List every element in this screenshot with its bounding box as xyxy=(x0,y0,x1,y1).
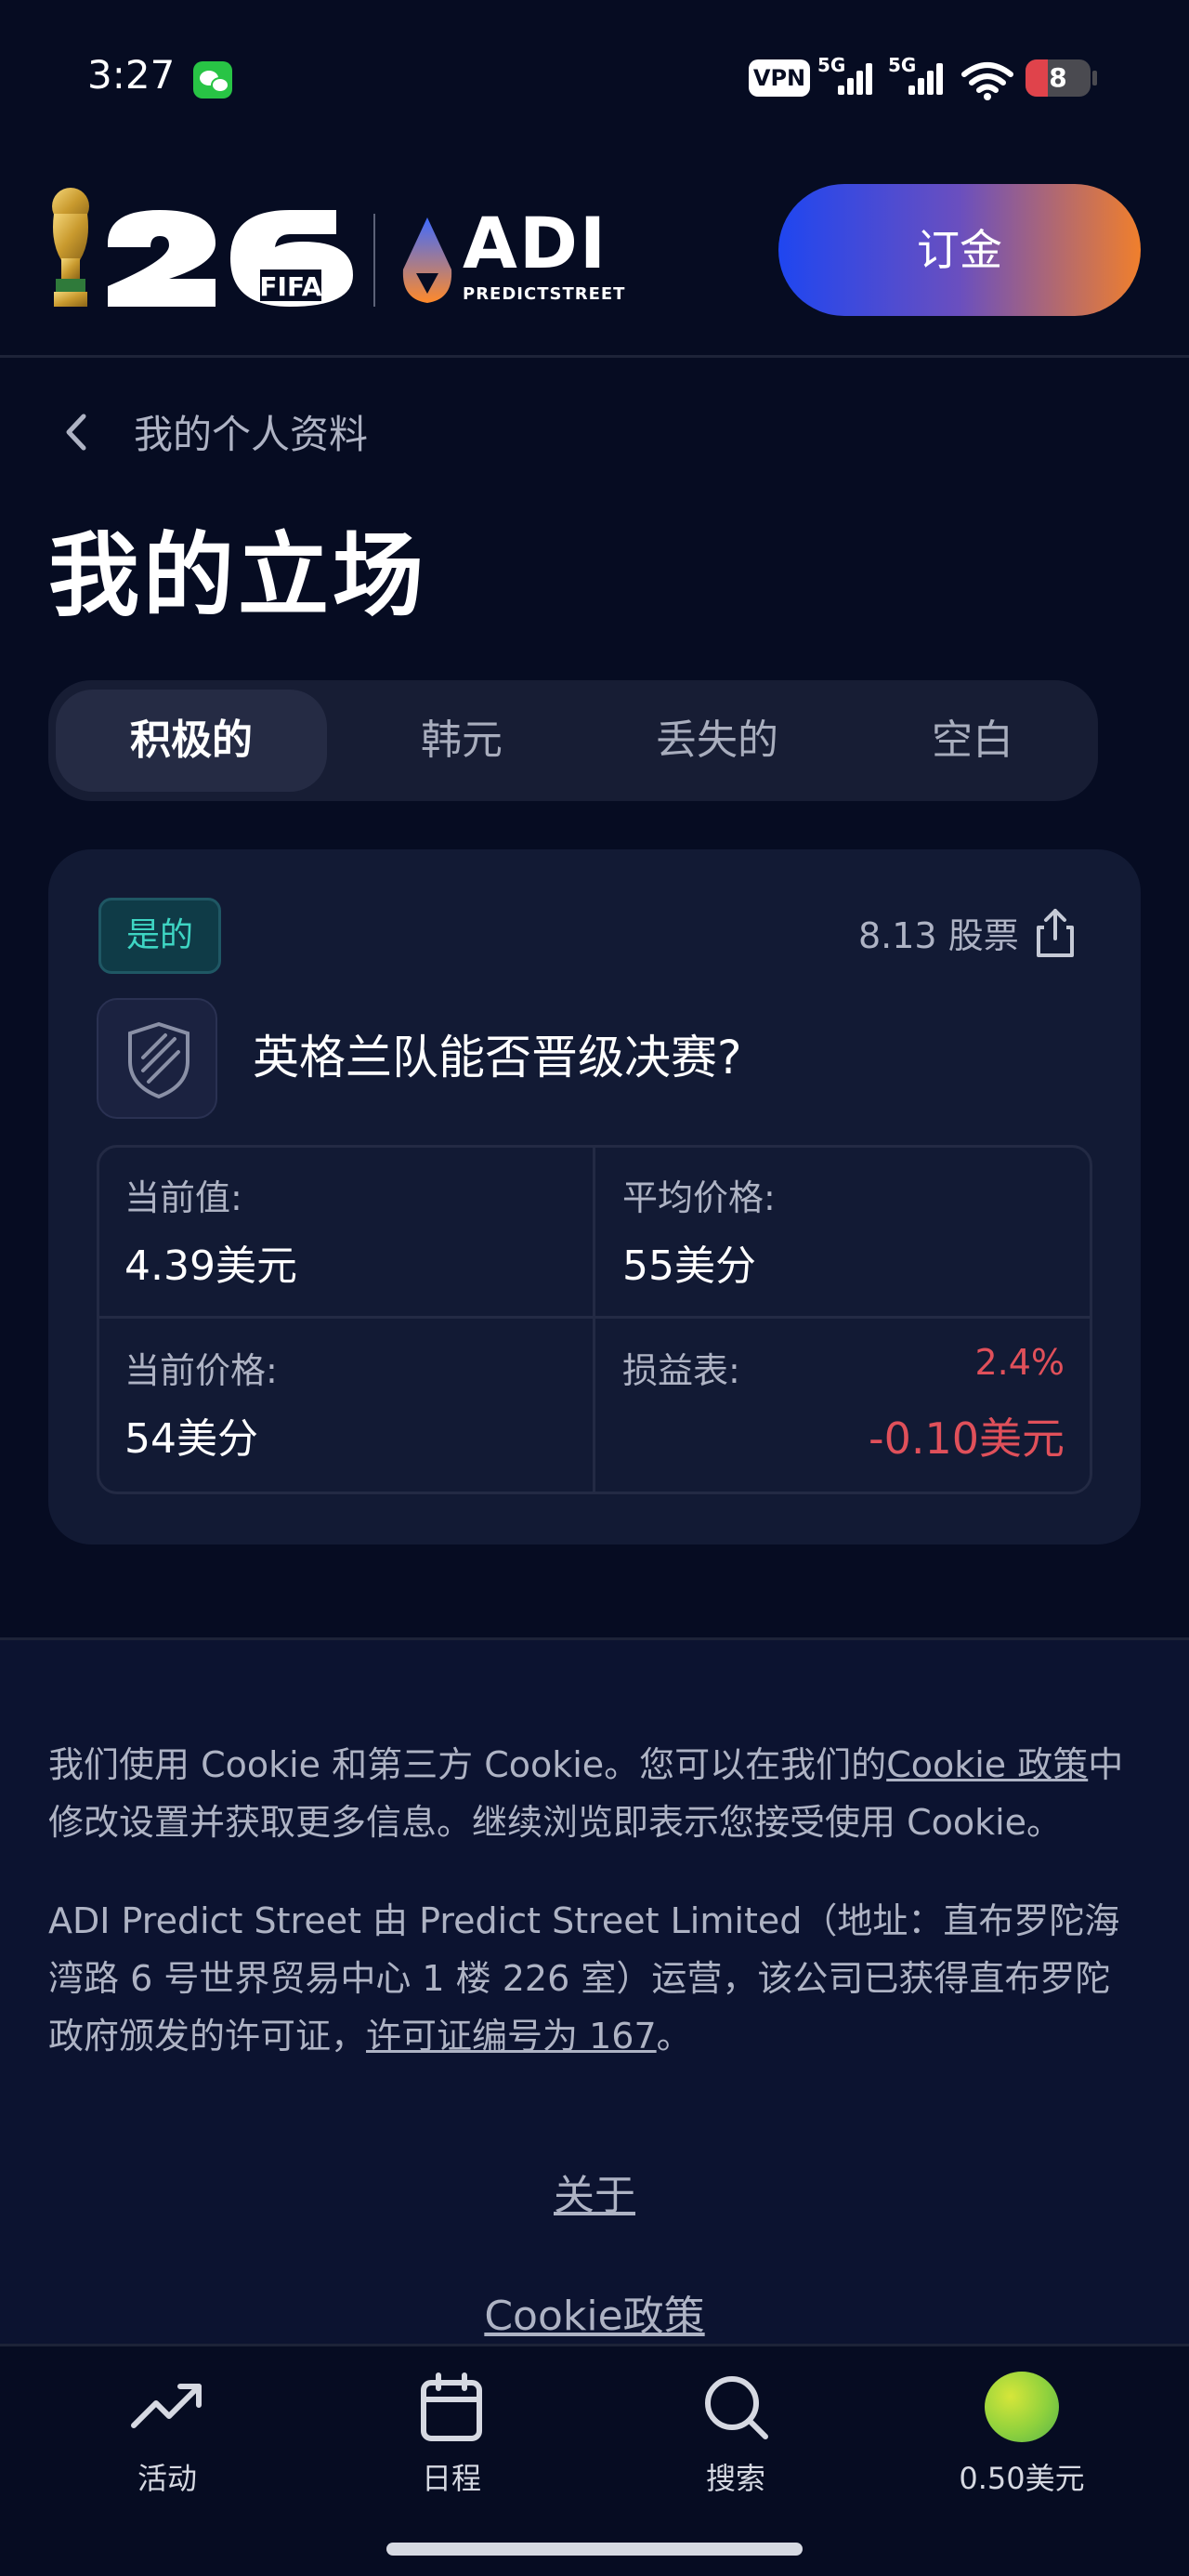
avatar xyxy=(985,2372,1059,2442)
cookie-policy-inline-link[interactable]: Cookie 政策 xyxy=(886,1744,1088,1785)
tab-won[interactable]: 韩元 xyxy=(364,690,559,792)
cookie-notice: 我们使用 Cookie 和第三方 Cookie。您可以在我们的Cookie 政策… xyxy=(48,1736,1144,1851)
predictstreet-brand: PREDICTSTREET xyxy=(463,284,626,304)
account-balance: 0.50美元 xyxy=(959,2461,1085,2496)
header-divider xyxy=(0,355,1189,358)
wifi-icon xyxy=(961,62,1013,100)
fifa-text: FIFA xyxy=(259,271,321,302)
legal-notice: ADI Predict Street 由 Predict Street Limi… xyxy=(48,1892,1144,2065)
tab-lost[interactable]: 丢失的 xyxy=(606,690,829,792)
tab-active[interactable]: 积极的 xyxy=(56,690,327,792)
page-title: 我的立场 xyxy=(48,523,428,629)
adi-logo-mark xyxy=(402,217,452,303)
battery-icon: 8 xyxy=(1026,59,1091,97)
tab-empty[interactable]: 空白 xyxy=(875,690,1070,792)
deposit-button[interactable]: 订金 xyxy=(778,184,1141,316)
world-cup-trophy-logo xyxy=(52,188,89,307)
current-price-label: 当前价格: xyxy=(124,1350,278,1391)
cellular-signal-icon: 5G xyxy=(817,54,872,99)
nav-search[interactable]: 搜索 xyxy=(624,2372,847,2496)
current-price: 54美分 xyxy=(124,1415,258,1463)
nav-search-label: 搜索 xyxy=(705,2461,765,2496)
nav-schedule-label: 日程 xyxy=(421,2461,481,2496)
vpn-badge: VPN xyxy=(749,59,810,97)
cellular-signal-icon-2: 5G xyxy=(888,54,943,99)
nav-activity-label: 活动 xyxy=(137,2461,197,2496)
pnl-label: 损益表: xyxy=(622,1350,740,1391)
shield-icon xyxy=(128,1021,189,1099)
share-icon[interactable] xyxy=(1031,907,1079,959)
avg-price-label: 平均价格: xyxy=(622,1177,776,1218)
nav-activity[interactable]: 活动 xyxy=(56,2372,279,2496)
market-title[interactable]: 英格兰队能否晋级决赛? xyxy=(253,1020,742,1087)
position-tabs: 积极的 韩元 丢失的 空白 xyxy=(48,680,1098,801)
breadcrumb-profile-link[interactable]: 我的个人资料 xyxy=(134,403,368,460)
battery-level: 8 xyxy=(1049,62,1067,93)
status-time: 3:27 xyxy=(87,52,176,98)
legal-notice-end: 。 xyxy=(656,2016,692,2057)
market-icon xyxy=(97,998,217,1119)
search-icon xyxy=(705,2376,768,2439)
calendar-icon xyxy=(421,2372,482,2441)
nav-schedule[interactable]: 日程 xyxy=(340,2372,563,2496)
pnl-percent: 2.4% xyxy=(974,1342,1065,1383)
pnl-value: -0.10美元 xyxy=(868,1413,1065,1464)
current-value-label: 当前值: xyxy=(124,1177,242,1218)
back-chevron-icon[interactable] xyxy=(59,409,93,455)
license-link[interactable]: 许可证编号为 167 xyxy=(366,2016,657,2057)
fifa-26-logo: FIFA xyxy=(108,210,353,307)
shares-count: 8.13 股票 xyxy=(858,915,1019,956)
cookie-policy-link[interactable]: Cookie政策 xyxy=(0,2282,1189,2342)
wechat-icon xyxy=(193,61,232,99)
current-value: 4.39美元 xyxy=(124,1242,297,1290)
logo-divider xyxy=(373,214,375,307)
cookie-notice-text: 我们使用 Cookie 和第三方 Cookie。您可以在我们的 xyxy=(48,1744,887,1785)
outcome-badge: 是的 xyxy=(98,898,221,974)
network-type: 5G xyxy=(817,54,846,76)
home-indicator[interactable] xyxy=(386,2543,803,2556)
nav-account[interactable]: 0.50美元 xyxy=(910,2372,1133,2496)
avg-price: 55美分 xyxy=(622,1242,756,1290)
about-link[interactable]: 关于 xyxy=(0,2162,1189,2221)
trending-up-icon xyxy=(131,2384,202,2428)
adi-brand: ADI xyxy=(463,202,608,284)
network-type-2: 5G xyxy=(888,54,917,76)
